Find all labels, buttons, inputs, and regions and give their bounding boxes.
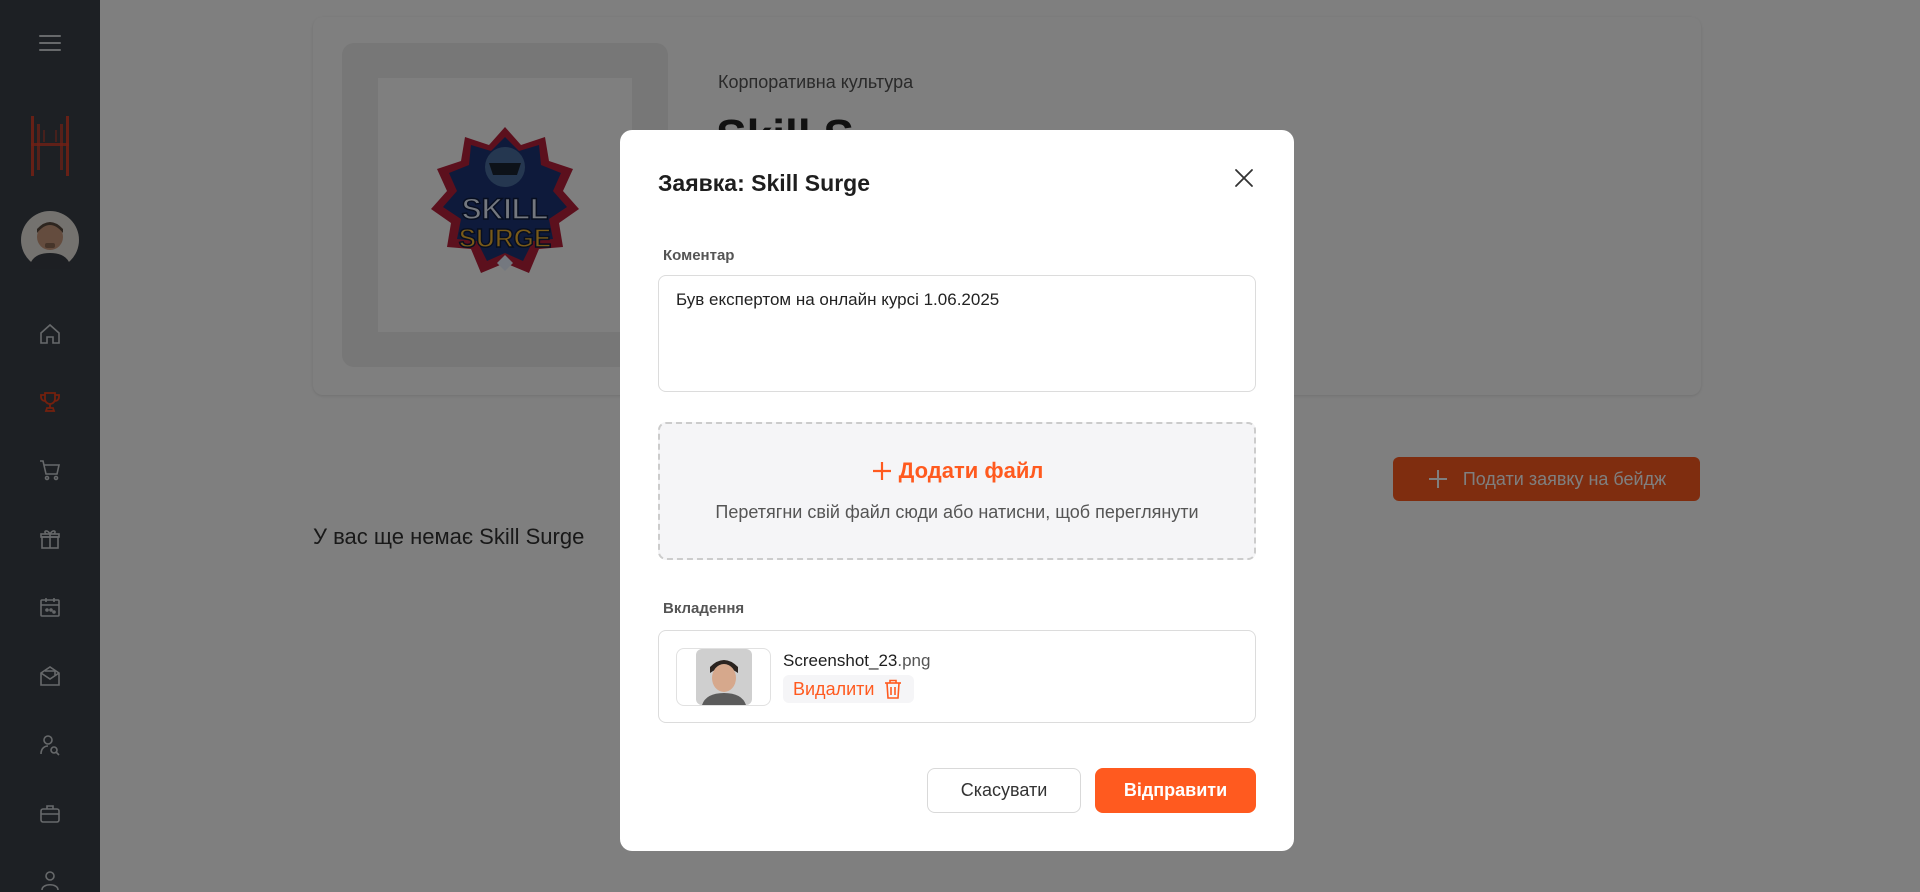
- cancel-button[interactable]: Скасувати: [927, 768, 1081, 813]
- file-dropzone[interactable]: Додати файл Перетягни свій файл сюди або…: [658, 422, 1256, 560]
- attachment-filename-base: Screenshot_23: [783, 651, 898, 670]
- modal-title: Заявка: Skill Surge: [658, 170, 870, 196]
- delete-attachment-button[interactable]: Видалити: [783, 675, 915, 703]
- delete-label: Видалити: [793, 678, 875, 699]
- plus-icon: [872, 462, 891, 480]
- close-icon: [1235, 169, 1253, 187]
- dropzone-hint: Перетягни свій файл сюди або натисни, що…: [715, 502, 1199, 522]
- attachment-thumbnail: [676, 648, 771, 706]
- comment-label: Коментар: [663, 247, 735, 264]
- attachment-filename: Screenshot_23.png: [783, 651, 930, 671]
- comment-field[interactable]: [658, 275, 1256, 392]
- badge-request-modal: Заявка: Skill Surge Коментар Додати файл…: [620, 130, 1294, 851]
- add-file-button[interactable]: Додати файл: [660, 458, 1254, 484]
- scrollbar[interactable]: [1910, 0, 1920, 892]
- attachment-item: Screenshot_23.png Видалити: [658, 630, 1256, 723]
- attachment-filename-ext: .png: [897, 651, 931, 670]
- submit-button[interactable]: Відправити: [1095, 768, 1256, 813]
- trash-icon: [885, 679, 902, 699]
- close-button[interactable]: [1232, 166, 1256, 190]
- attachments-label: Вкладення: [663, 600, 745, 617]
- add-file-label: Додати файл: [898, 458, 1044, 483]
